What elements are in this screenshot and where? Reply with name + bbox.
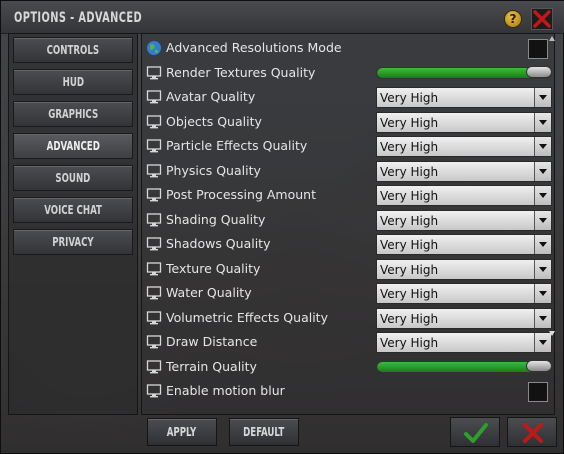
monitor-icon <box>146 187 162 203</box>
quality-dropdown[interactable]: Very High <box>376 161 552 182</box>
monitor-icon <box>146 310 162 326</box>
setting-label: Enable motion blur <box>166 383 285 398</box>
setting-label: Avatar Quality <box>166 89 256 104</box>
dropdown-value: Very High <box>380 116 439 130</box>
quality-dropdown[interactable]: Very High <box>376 185 552 206</box>
setting-label: Post Processing Amount <box>166 187 316 202</box>
quality-dropdown[interactable]: Very High <box>376 308 552 329</box>
quality-dropdown[interactable]: Very High <box>376 210 552 231</box>
monitor-icon <box>146 285 162 301</box>
setting-row: Particle Effects Quality Very High <box>144 134 554 158</box>
options-window: OPTIONS - ADVANCED ? CONTROLS HUD GRAPHI… <box>0 0 564 454</box>
nav-hud[interactable]: HUD <box>13 69 133 95</box>
quality-dropdown[interactable]: Very High <box>376 283 552 304</box>
dropdown-value: Very High <box>380 140 439 154</box>
quality-dropdown[interactable]: Very High <box>376 136 552 157</box>
checkmark-icon <box>464 423 488 443</box>
setting-label: Particle Effects Quality <box>166 138 308 153</box>
setting-label: Terrain Quality <box>166 359 257 374</box>
nav-controls[interactable]: CONTROLS <box>13 37 133 63</box>
dropdown-value: Very High <box>380 189 439 203</box>
quality-dropdown[interactable]: Very High <box>376 332 552 353</box>
setting-label: Shading Quality <box>166 212 266 227</box>
nav-graphics[interactable]: GRAPHICS <box>13 101 133 127</box>
setting-label: Objects Quality <box>166 114 262 129</box>
dropdown-value: Very High <box>380 238 439 252</box>
close-icon <box>523 423 543 443</box>
scroll-up-arrow-icon[interactable] <box>549 36 555 41</box>
help-icon[interactable]: ? <box>504 10 522 28</box>
window-title: OPTIONS - ADVANCED <box>14 10 143 26</box>
dropdown-value: Very High <box>380 91 439 105</box>
default-button[interactable]: DEFAULT <box>229 418 299 446</box>
setting-row: Terrain Quality <box>144 355 554 379</box>
setting-row: Objects Quality Very High <box>144 110 554 134</box>
setting-row: Water Quality Very High <box>144 281 554 305</box>
close-window-button[interactable] <box>531 8 553 30</box>
setting-row: Texture Quality Very High <box>144 257 554 281</box>
monitor-icon <box>146 383 162 399</box>
setting-row: Volumetric Effects Quality Very High <box>144 306 554 330</box>
close-icon <box>533 10 551 28</box>
monitor-icon <box>146 163 162 179</box>
scroll-down-arrow-icon[interactable] <box>549 331 555 336</box>
monitor-icon <box>146 65 162 81</box>
setting-label: Shadows Quality <box>166 236 271 251</box>
setting-label: Texture Quality <box>166 261 261 276</box>
monitor-icon <box>146 89 162 105</box>
nav-voice-chat[interactable]: VOICE CHAT <box>13 197 133 223</box>
monitor-icon <box>146 359 162 375</box>
quality-dropdown[interactable]: Very High <box>376 234 552 255</box>
setting-checkbox[interactable] <box>528 39 548 59</box>
setting-label: Advanced Resolutions Mode <box>166 40 342 55</box>
cancel-button[interactable] <box>507 417 557 447</box>
setting-label: Water Quality <box>166 285 252 300</box>
setting-row: Enable motion blur <box>144 379 554 403</box>
quality-dropdown[interactable]: Very High <box>376 87 552 108</box>
setting-label: Render Textures Quality <box>166 65 316 80</box>
dropdown-value: Very High <box>380 312 439 326</box>
setting-row: Physics Quality Very High <box>144 159 554 183</box>
quality-dropdown[interactable]: Very High <box>376 112 552 133</box>
settings-scrollbar[interactable] <box>549 36 556 413</box>
nav-privacy[interactable]: PRIVACY <box>13 229 133 255</box>
monitor-icon <box>146 334 162 350</box>
apply-button[interactable]: APPLY <box>147 418 217 446</box>
monitor-icon <box>146 114 162 130</box>
quality-dropdown[interactable]: Very High <box>376 259 552 280</box>
dropdown-value: Very High <box>380 263 439 277</box>
title-bar: OPTIONS - ADVANCED ? <box>1 1 564 34</box>
confirm-button[interactable] <box>450 417 500 447</box>
setting-checkbox[interactable] <box>528 382 548 402</box>
setting-row: Post Processing Amount Very High <box>144 183 554 207</box>
setting-label: Draw Distance <box>166 334 258 349</box>
monitor-icon <box>146 212 162 228</box>
nav-sound[interactable]: SOUND <box>13 165 133 191</box>
slider-fill <box>377 68 551 78</box>
dropdown-value: Very High <box>380 214 439 228</box>
setting-row: Avatar Quality Very High <box>144 85 554 109</box>
setting-label: Physics Quality <box>166 163 261 178</box>
dropdown-value: Very High <box>380 336 439 350</box>
setting-row: Shadows Quality Very High <box>144 232 554 256</box>
dropdown-value: Very High <box>380 165 439 179</box>
setting-row: Render Textures Quality <box>144 61 554 85</box>
setting-row: Shading Quality Very High <box>144 208 554 232</box>
setting-row: Draw Distance Very High <box>144 330 554 354</box>
setting-label: Volumetric Effects Quality <box>166 310 328 325</box>
monitor-icon <box>146 261 162 277</box>
nav-advanced[interactable]: ADVANCED <box>13 133 133 159</box>
dropdown-value: Very High <box>380 287 439 301</box>
globe-icon <box>146 40 162 56</box>
monitor-icon <box>146 236 162 252</box>
monitor-icon <box>146 138 162 154</box>
options-category-nav: CONTROLS HUD GRAPHICS ADVANCED SOUND VOI… <box>8 33 138 415</box>
slider-fill <box>377 362 551 372</box>
setting-row: Advanced Resolutions Mode <box>144 36 554 60</box>
